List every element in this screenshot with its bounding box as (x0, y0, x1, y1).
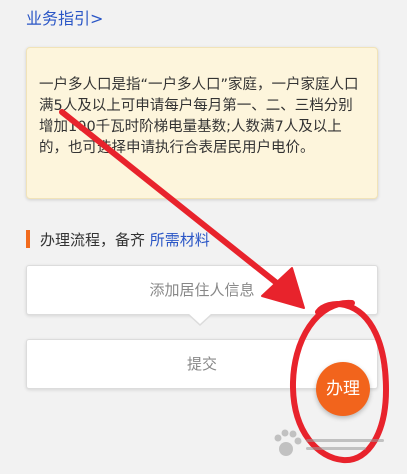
guide-link[interactable]: 业务指引> (26, 8, 103, 30)
notice-card: 一户多人口是指“一户多人口”家庭，一户家庭人口满5人及以上可申请每户每月第一、二… (26, 47, 378, 199)
notice-text: 一户多人口是指“一户多人口”家庭，一户家庭人口满5人及以上可申请每户每月第一、二… (39, 77, 359, 156)
watermark-logo-icon (274, 429, 384, 456)
add-resident-button[interactable]: 添加居住人信息 (26, 265, 378, 315)
handle-fab-button[interactable]: 办理 (316, 362, 370, 416)
materials-link[interactable]: 所需材料 (150, 231, 210, 249)
flow-caret-inner (188, 313, 212, 324)
section-accent-bar (26, 230, 30, 248)
process-title-text: 办理流程，备齐 (40, 231, 146, 249)
process-section-title: 办理流程，备齐 所需材料 (26, 230, 210, 250)
